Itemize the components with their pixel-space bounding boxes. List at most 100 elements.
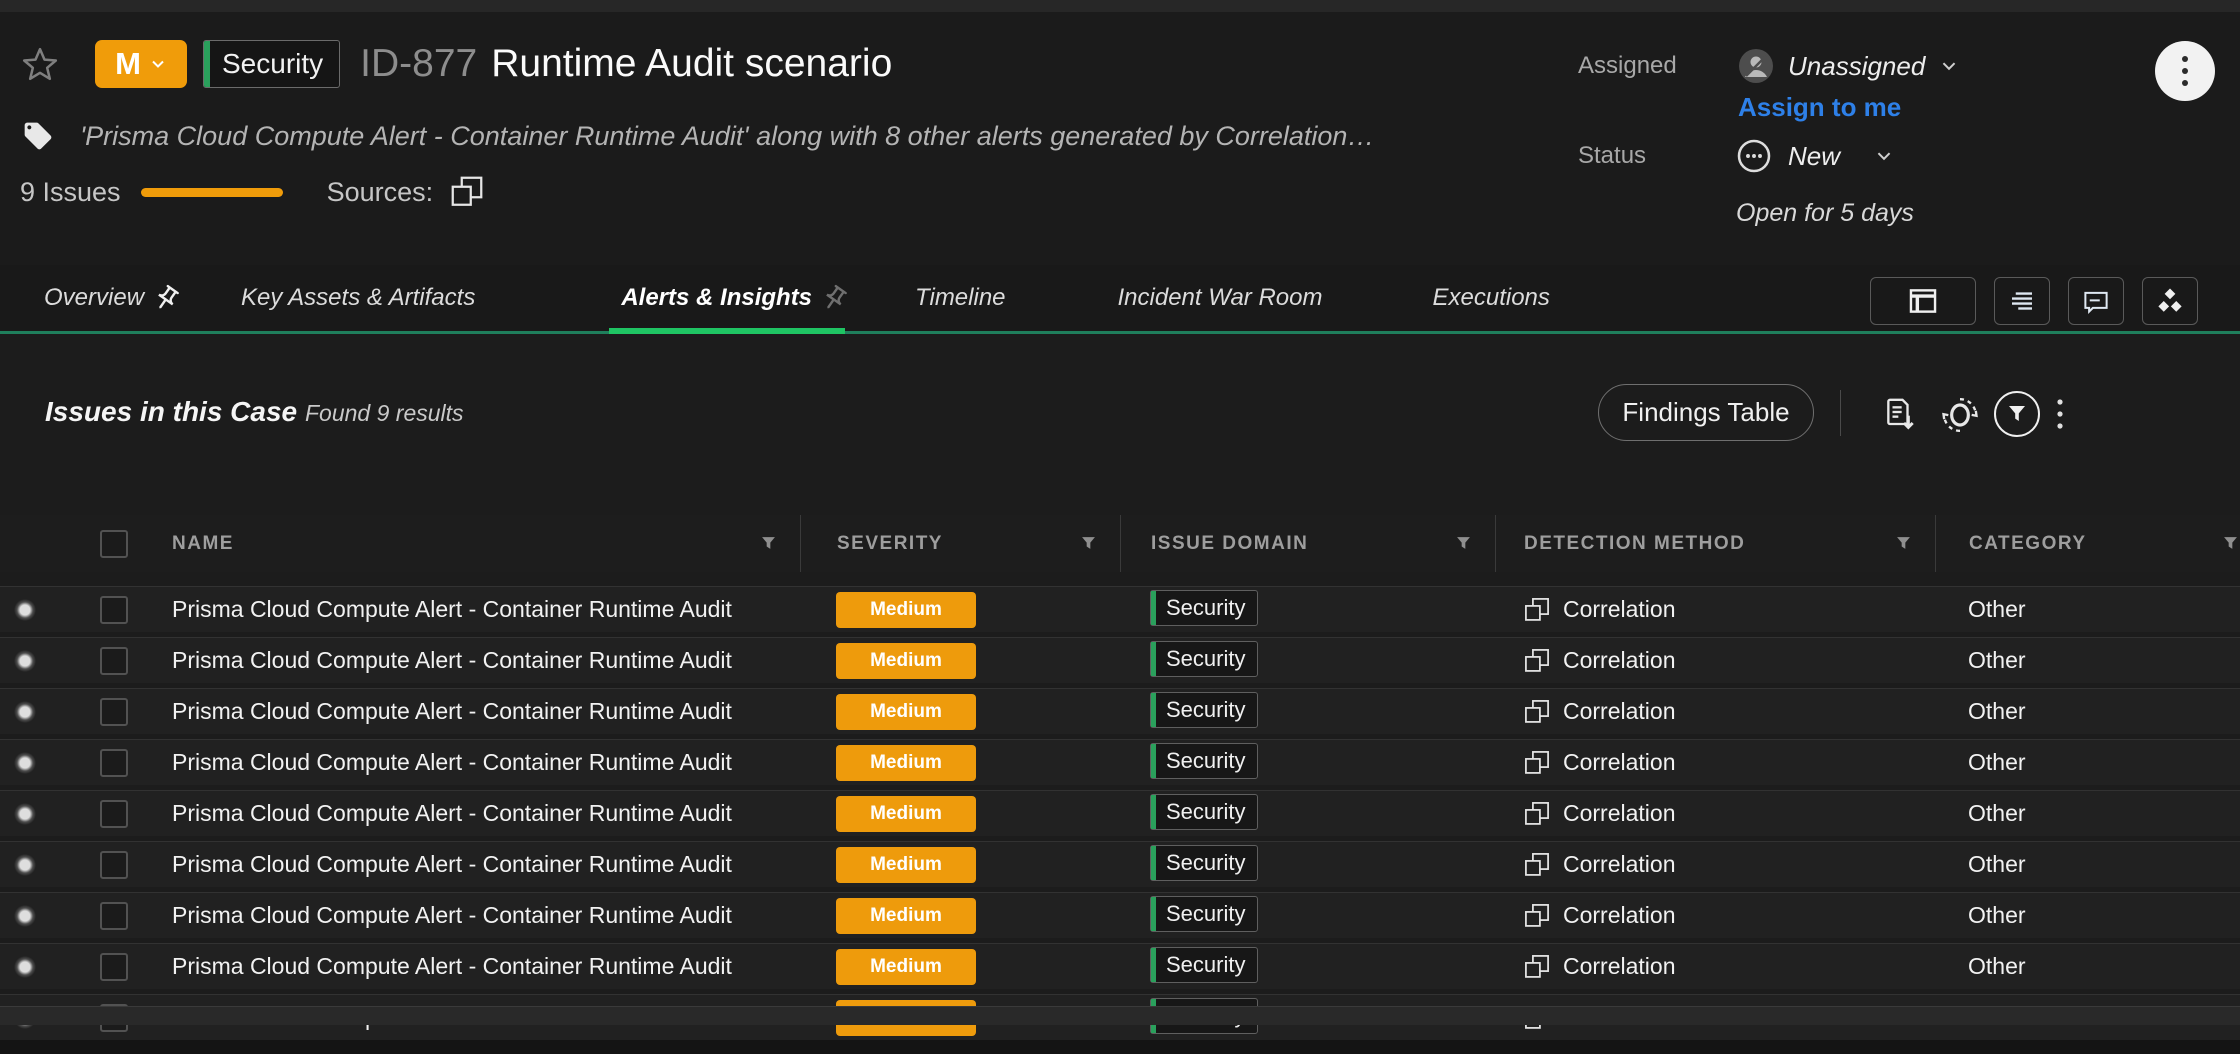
results-count: Found 9 results: [305, 400, 464, 427]
status-dropdown[interactable]: New: [1736, 138, 1894, 174]
table-row[interactable]: Prisma Cloud Compute Alert - Container R…: [0, 637, 2240, 683]
chevron-down-icon: [1874, 146, 1894, 166]
table-row[interactable]: Prisma Cloud Compute Alert - Container R…: [0, 892, 2240, 938]
row-checkbox[interactable]: [100, 902, 128, 930]
finding-name[interactable]: Prisma Cloud Compute Alert - Container R…: [135, 800, 800, 827]
column-header[interactable]: ISSUE DOMAIN: [1120, 515, 1495, 572]
correlation-icon: [1523, 596, 1551, 624]
row-checkbox[interactable]: [100, 800, 128, 828]
filter-funnel-icon[interactable]: [761, 536, 776, 551]
avatar: [1738, 48, 1774, 84]
sources-label: Sources:: [327, 177, 434, 208]
filter-funnel-icon[interactable]: [1081, 536, 1096, 551]
column-header[interactable]: NAME: [135, 515, 800, 572]
finding-name[interactable]: Prisma Cloud Compute Alert - Container R…: [135, 596, 800, 623]
filter-funnel-icon[interactable]: [2223, 536, 2238, 551]
column-header[interactable]: DETECTION METHOD: [1495, 515, 1935, 572]
star-icon[interactable]: [20, 45, 60, 85]
table-row[interactable]: Prisma Cloud Compute Alert - Container R…: [0, 841, 2240, 887]
comments-button[interactable]: [2068, 277, 2124, 325]
row-checkbox[interactable]: [100, 698, 128, 726]
case-description-row: 'Prisma Cloud Compute Alert - Container …: [22, 120, 1374, 152]
table-row[interactable]: Prisma Cloud Compute Alert - Container R…: [0, 943, 2240, 989]
sources-icon[interactable]: [449, 174, 485, 210]
filter-funnel-icon[interactable]: [1456, 536, 1471, 551]
kebab-icon: [2180, 54, 2190, 88]
tab-bar: Overview Key Assets & Artifacts Alerts &…: [0, 265, 2240, 334]
filter-circle-icon: [1992, 389, 2042, 439]
correlation-icon: [1523, 698, 1551, 726]
assign-to-me-link[interactable]: Assign to me: [1738, 92, 1901, 123]
refresh-button[interactable]: [1940, 395, 1980, 435]
filter-funnel-icon[interactable]: [1896, 536, 1911, 551]
issue-domain-chip: Security: [1150, 845, 1258, 881]
layout-icon: [1906, 284, 1940, 318]
table-row[interactable]: Prisma Cloud Compute Alert - Container R…: [0, 739, 2240, 785]
tab-incident-war-room[interactable]: Incident War Room: [1088, 265, 1353, 331]
finding-name[interactable]: Prisma Cloud Compute Alert - Container R…: [135, 902, 800, 929]
severity-badge: Medium: [836, 847, 976, 883]
finding-name[interactable]: Prisma Cloud Compute Alert - Container R…: [135, 698, 800, 725]
select-all-checkbox[interactable]: [100, 530, 128, 558]
table-row[interactable]: Prisma Cloud Compute Alert - Container R…: [0, 688, 2240, 734]
unread-indicator: [14, 752, 36, 774]
row-checkbox[interactable]: [100, 749, 128, 777]
column-header[interactable]: SEVERITY: [800, 515, 1120, 572]
category-value: Other: [1935, 647, 2240, 674]
category-value: Other: [1935, 749, 2240, 776]
finding-name[interactable]: Prisma Cloud Compute Alert - Container R…: [135, 953, 800, 980]
row-checkbox[interactable]: [100, 596, 128, 624]
finding-name[interactable]: Prisma Cloud Compute Alert - Container R…: [135, 749, 800, 776]
tab-key-assets-artifacts[interactable]: Key Assets & Artifacts: [211, 265, 505, 331]
issues-row: 9 Issues Sources:: [20, 174, 485, 210]
tag-icon: [22, 120, 54, 152]
severity-badge: Medium: [836, 592, 976, 628]
divider: [1840, 390, 1841, 436]
section-title: Issues in this Case: [45, 396, 297, 428]
layout-view-button[interactable]: [1870, 277, 1976, 325]
comment-icon: [2081, 286, 2111, 316]
list-view-button[interactable]: [1994, 277, 2050, 325]
priority-badge[interactable]: M: [95, 40, 187, 88]
severity-badge: Medium: [836, 796, 976, 832]
table-header: NAME SEVERITY ISSUE DOMAIN DETECTION MET…: [0, 515, 2240, 572]
category-value: Other: [1935, 851, 2240, 878]
severity-badge: Medium: [836, 694, 976, 730]
row-checkbox[interactable]: [100, 851, 128, 879]
category-value: Other: [1935, 953, 2240, 980]
row-checkbox[interactable]: [100, 647, 128, 675]
open-duration: Open for 5 days: [1736, 199, 1914, 228]
more-actions-button[interactable]: [2056, 398, 2064, 430]
align-lines-icon: [2007, 286, 2037, 316]
category-value: Other: [1935, 902, 2240, 929]
column-header[interactable]: CATEGORY: [1935, 515, 2240, 572]
unread-indicator: [14, 803, 36, 825]
tab-overview[interactable]: Overview: [14, 265, 211, 331]
correlation-icon: [1523, 851, 1551, 879]
case-type-chip: Security: [203, 40, 340, 88]
chevron-down-icon: [1939, 56, 1959, 76]
tab-alerts-insights[interactable]: Alerts & Insights: [591, 265, 879, 331]
assignee-dropdown[interactable]: Unassigned: [1738, 48, 1959, 84]
assigned-value: Unassigned: [1788, 51, 1925, 82]
table-row[interactable]: Prisma Cloud Compute Alert - Container R…: [0, 790, 2240, 836]
export-report-button[interactable]: [1880, 394, 1920, 434]
table-row[interactable]: Prisma Cloud Compute Alert - Container R…: [0, 586, 2240, 632]
issue-domain-chip: Security: [1150, 641, 1258, 677]
kebab-icon: [2056, 398, 2064, 430]
correlation-icon: [1523, 749, 1551, 777]
finding-name[interactable]: Prisma Cloud Compute Alert - Container R…: [135, 851, 800, 878]
findings-table-button[interactable]: Findings Table: [1598, 384, 1814, 441]
severity-badge: Medium: [836, 898, 976, 934]
tab-executions[interactable]: Executions: [1403, 265, 1580, 331]
unread-indicator: [14, 905, 36, 927]
issue-domain-chip: Security: [1150, 743, 1258, 779]
row-checkbox[interactable]: [100, 953, 128, 981]
case-actions-menu-button[interactable]: [2155, 41, 2215, 101]
finding-name[interactable]: Prisma Cloud Compute Alert - Container R…: [135, 647, 800, 674]
unread-indicator: [14, 650, 36, 672]
status-label: Status: [1578, 142, 1646, 170]
blocks-button[interactable]: [2142, 277, 2198, 325]
tab-timeline[interactable]: Timeline: [885, 265, 1035, 331]
filter-button[interactable]: [1992, 389, 2042, 439]
